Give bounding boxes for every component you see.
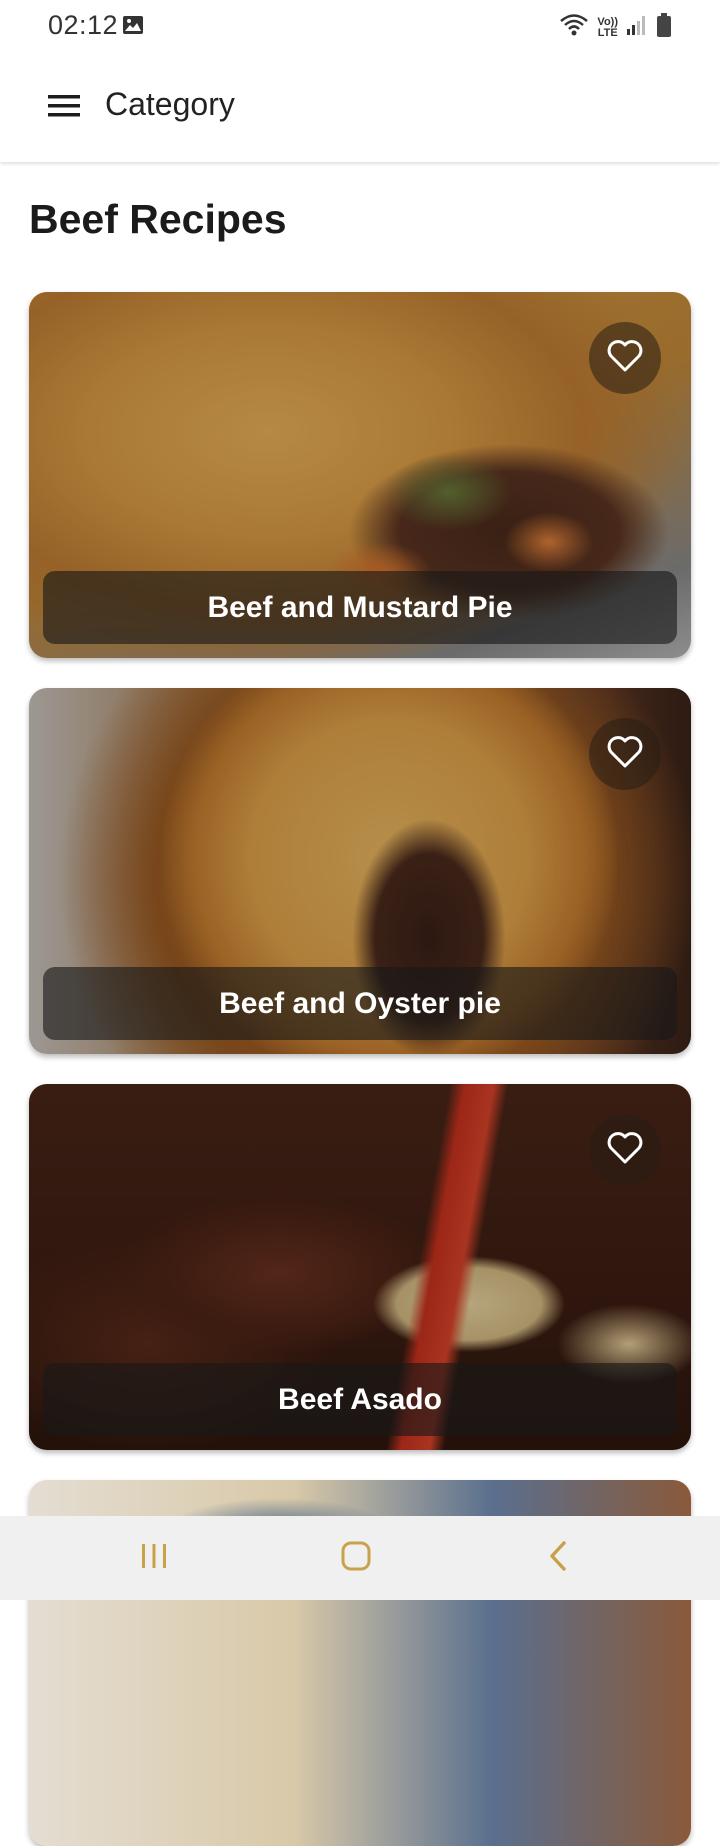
home-icon — [341, 1541, 371, 1576]
recent-apps-button[interactable] — [124, 1538, 184, 1578]
status-icons: Vo)) LTE — [559, 12, 672, 43]
heart-outline-icon — [606, 1131, 644, 1170]
page-title: Beef Recipes — [29, 196, 287, 242]
volte-icon: Vo)) LTE — [597, 15, 618, 39]
signal-icon — [626, 14, 648, 41]
home-button[interactable] — [326, 1538, 386, 1578]
volte-line2: LTE — [597, 26, 618, 39]
recipe-card[interactable]: Beef Asado — [29, 1084, 691, 1450]
app-bar-title: Category — [105, 86, 235, 122]
back-button[interactable] — [528, 1538, 588, 1578]
recent-apps-icon — [140, 1543, 168, 1574]
image-icon — [122, 15, 144, 40]
hamburger-menu-icon — [48, 94, 80, 122]
menu-button[interactable] — [40, 84, 88, 132]
favorite-button[interactable] — [589, 322, 661, 394]
app-bar: Category — [0, 56, 720, 162]
status-bar: 02:12 Vo)) LTE — [0, 0, 720, 56]
back-icon — [548, 1540, 568, 1576]
status-time: 02:12 — [48, 10, 119, 40]
heart-outline-icon — [606, 735, 644, 774]
recipe-card[interactable]: Beef and Oyster pie — [29, 688, 691, 1054]
recipe-name: Beef and Mustard Pie — [43, 571, 677, 644]
recipe-name: Beef Asado — [43, 1363, 677, 1436]
favorite-button[interactable] — [589, 718, 661, 790]
favorite-button[interactable] — [589, 1114, 661, 1186]
recipe-card[interactable]: Beef and Mustard Pie — [29, 292, 691, 658]
heart-outline-icon — [606, 339, 644, 378]
volte-line1: Vo)) — [597, 15, 618, 28]
recipe-name: Beef and Oyster pie — [43, 967, 677, 1040]
system-nav-bar — [0, 1516, 720, 1600]
wifi-icon — [559, 13, 589, 42]
battery-icon — [656, 12, 672, 43]
